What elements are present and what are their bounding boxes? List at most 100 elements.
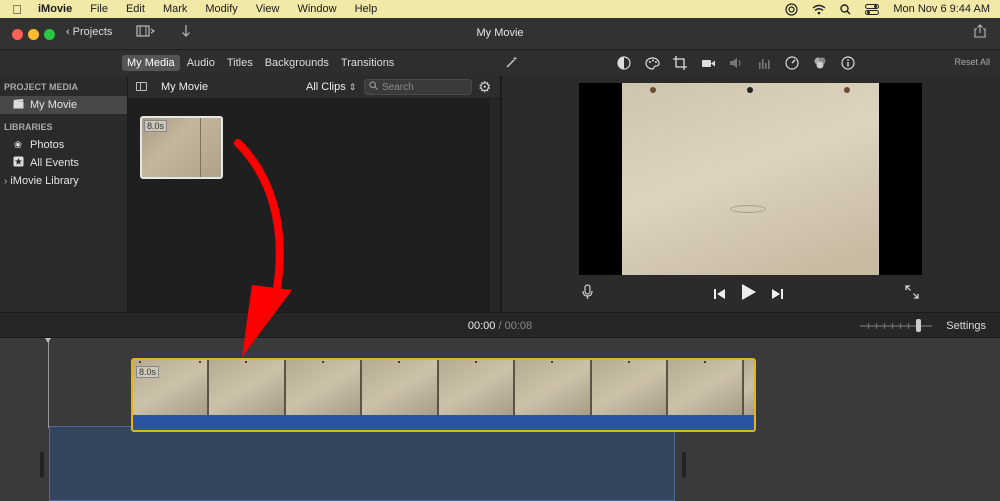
current-time: 00:00 [467,320,496,332]
frame-mark [704,361,706,363]
microphone-icon[interactable] [582,284,593,303]
fullscreen-icon[interactable] [905,285,919,302]
skip-back-icon[interactable] [714,287,725,302]
preview-image [622,83,879,275]
timeline-right-handle[interactable] [682,452,686,478]
sidebar-item-all-events[interactable]: All Events [0,154,127,172]
frame-mark [139,361,141,363]
drag-annotation-arrow [234,139,292,357]
media-tabs: My Media Audio Titles Backgrounds Transi… [122,55,399,71]
search-icon [369,81,378,93]
timeline-drop-zone[interactable] [49,426,675,501]
sidebar-item-photos[interactable]: ❀ Photos [0,136,127,154]
frame-mark [199,361,201,363]
clip-info-icon[interactable] [840,55,856,71]
timeline-settings-button[interactable]: Settings [946,320,986,332]
media-clip-thumbnail[interactable]: 8.0s [140,116,223,179]
clip-filmstrip [133,360,754,415]
play-icon[interactable] [741,284,756,305]
color-balance-icon[interactable] [616,55,632,71]
preview-detail [730,205,766,213]
control-center-icon[interactable] [865,3,880,15]
magic-wand-icon[interactable] [505,55,519,72]
sidebar-toggle-icon[interactable] [136,82,147,91]
slider-tick [884,323,885,329]
sidebar-item-label: My Movie [30,99,78,111]
airdrop-icon[interactable] [785,2,798,16]
playhead[interactable] [45,338,51,428]
frame-mark [628,361,630,363]
tab-transitions[interactable]: Transitions [336,55,399,71]
clip-filter-value: All Clips [306,81,346,93]
clip-filter-select[interactable]: All Clips ⇕ [306,81,356,93]
filmstrip-frame [439,360,515,415]
color-correction-palette-icon[interactable] [644,55,660,71]
wifi-icon[interactable] [812,4,826,15]
slider-tick [876,323,877,329]
menu-mark[interactable]: Mark [154,3,196,15]
menu-help[interactable]: Help [346,3,387,15]
sidebar-item-imovie-library[interactable]: › iMovie Library [0,172,127,190]
media-browser: 8.0s [128,99,500,312]
filmstrip-frame [362,360,439,415]
filmstrip-frame [209,360,286,415]
sidebar-item-label: iMovie Library [10,175,79,187]
filmstrip-frame [668,360,744,415]
video-preview[interactable] [579,83,922,275]
up-down-chevron-icon: ⇕ [348,82,357,92]
sidebar-item-my-movie[interactable]: My Movie [0,96,127,114]
frame-mark [322,361,324,363]
clip-duration-badge: 8.0s [144,120,168,132]
timecode: 00:00 / 00:08 [0,320,1000,332]
skip-forward-icon[interactable] [772,287,783,302]
search-field[interactable] [364,79,472,95]
equalizer-icon[interactable] [756,55,772,71]
menu-modify[interactable]: Modify [196,3,246,15]
libraries-header: LIBRARIES [4,122,53,132]
timeline-clip[interactable]: 8.0s [131,358,756,432]
libraries-sidebar: PROJECT MEDIA My Movie LIBRARIES ❀ Photo… [0,76,128,312]
filmstrip-frame [286,360,362,415]
speed-gauge-icon[interactable] [784,55,800,71]
share-icon[interactable] [974,24,986,41]
clip-duration-badge: 8.0s [136,366,160,378]
preview-detail [650,87,656,93]
disclosure-chevron-icon[interactable]: › [4,176,7,187]
spotlight-search-icon[interactable] [840,3,851,15]
search-input[interactable] [382,81,462,93]
timeline-left-handle[interactable] [40,452,44,478]
window-title-bar: ‹ Projects My Movie [0,18,1000,50]
clip-filter-icon[interactable] [812,55,828,71]
slider-tick [908,323,909,329]
menu-view[interactable]: View [247,3,289,15]
apple-menu-icon[interactable]:  [0,2,34,17]
reset-all-button[interactable]: Reset All [954,57,990,67]
tab-my-media[interactable]: My Media [122,55,180,71]
tab-backgrounds[interactable]: Backgrounds [260,55,334,71]
total-time: 00:08 [504,320,533,332]
slider-tick [892,323,893,329]
menu-edit[interactable]: Edit [117,3,154,15]
timeline-zoom-slider[interactable] [860,319,932,332]
frame-mark [245,361,247,363]
browser-scrollbar[interactable] [488,99,500,312]
menu-file[interactable]: File [81,3,117,15]
menubar-datetime[interactable]: Mon Nov 6 9:44 AM [893,3,990,15]
timeline-header: 00:00 / 00:08 Settings [0,312,1000,338]
timeline: 8.0s [0,338,1000,501]
browser-header: My Movie All Clips ⇕ ⚙ [128,76,500,99]
crop-icon[interactable] [672,55,688,71]
window-title: My Movie [476,27,524,39]
gear-icon[interactable]: ⚙ [478,78,491,96]
clip-audio-track [133,415,754,430]
menu-app[interactable]: iMovie [34,3,81,15]
filmstrip-frame [592,360,668,415]
volume-icon[interactable] [728,55,744,71]
zoom-slider-knob[interactable] [916,319,921,332]
browser-title: My Movie [161,81,209,93]
frame-mark [398,361,400,363]
stabilization-camera-icon[interactable] [700,55,716,71]
tab-audio[interactable]: Audio [182,55,220,71]
menu-window[interactable]: Window [288,3,345,15]
tab-titles[interactable]: Titles [222,55,258,71]
